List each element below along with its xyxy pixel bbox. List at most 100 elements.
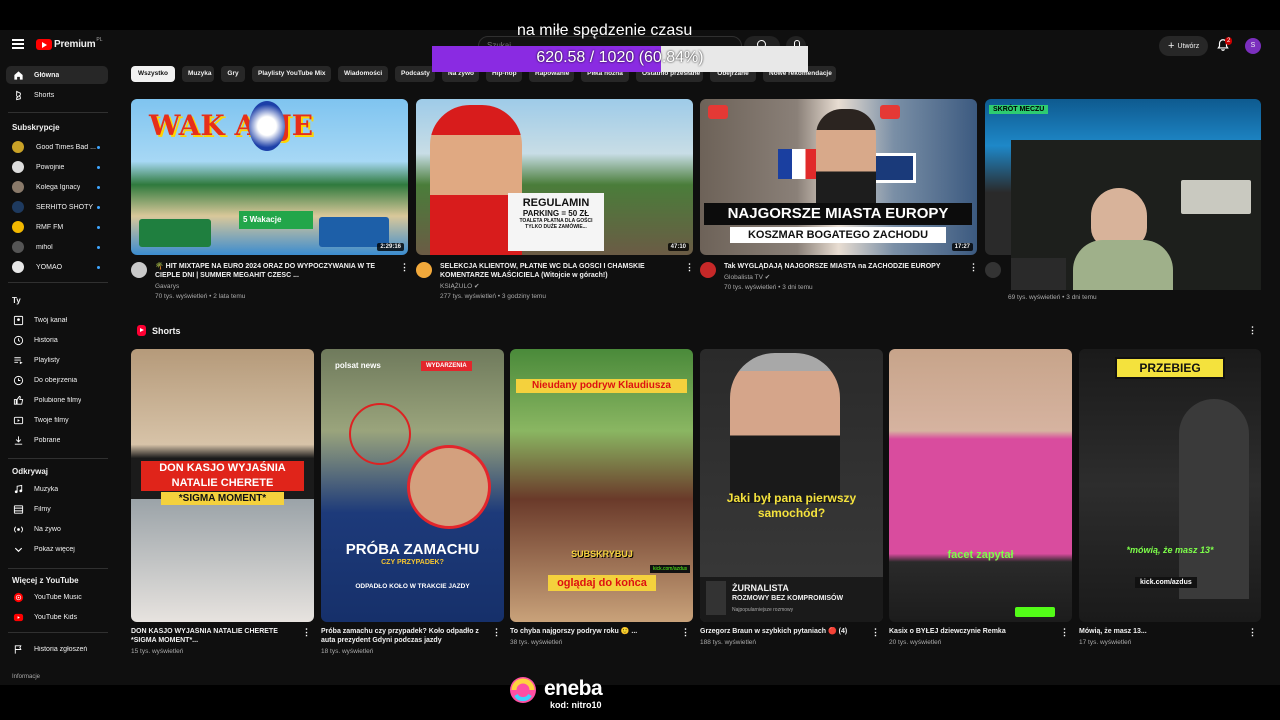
kick-link: kick.com/azdus bbox=[650, 565, 691, 573]
stream-bottom-bar bbox=[0, 685, 1280, 720]
streamer-face bbox=[1091, 188, 1147, 248]
sidebar-item-label: Good Times Bad ... bbox=[36, 143, 96, 151]
video-thumbnail[interactable]: NAJGORSZE MIASTA EUROPY KOSZMAR BOGATEGO… bbox=[700, 99, 977, 255]
more-options-icon[interactable]: ⋮ bbox=[492, 628, 501, 637]
short-views: 17 tys. wyświetleń bbox=[1079, 639, 1132, 646]
filter-chip[interactable]: Podcasty bbox=[395, 66, 435, 82]
filter-chip[interactable]: Muzyka bbox=[182, 66, 214, 82]
create-button[interactable]: + Utwórz bbox=[1159, 36, 1209, 56]
short-title[interactable]: Kasix o BYŁEJ dziewczynie Remka bbox=[889, 627, 1049, 636]
channel-avatar bbox=[12, 201, 24, 213]
sidebar-item[interactable]: Historia zgłoszeń bbox=[6, 640, 108, 658]
yt-kids-icon bbox=[12, 612, 24, 623]
video-title[interactable]: Tak WYGLĄDAJĄ NAJGORSZE MIASTA na ZACHOD… bbox=[724, 262, 964, 271]
explore-header[interactable]: Odkrywaj bbox=[12, 467, 48, 476]
sidebar-item[interactable]: Filmy bbox=[6, 500, 108, 518]
channel-name[interactable]: Globalista TV ✔ bbox=[724, 273, 964, 283]
plus-icon: + bbox=[1168, 39, 1175, 52]
channel-avatar[interactable] bbox=[416, 262, 432, 278]
new-content-dot bbox=[97, 226, 100, 229]
video-title[interactable]: SELEKCJA KLIENTÓW, PŁATNE WC DLA GOŚCI I… bbox=[440, 262, 680, 280]
shorts-icon bbox=[12, 90, 24, 101]
youtube-logo-icon bbox=[36, 39, 52, 50]
you-header[interactable]: Ty bbox=[12, 296, 21, 305]
filter-chip[interactable]: Wszystko bbox=[131, 66, 175, 82]
short-thumbnail[interactable]: DON KASJO WYJAŚNIA NATALIE CHERETE *SIGM… bbox=[131, 349, 314, 622]
subscriptions-header[interactable]: Subskrypcje bbox=[12, 123, 60, 132]
short-thumbnail[interactable]: facet zapytał bbox=[889, 349, 1072, 622]
more-options-icon[interactable]: ⋮ bbox=[681, 628, 690, 637]
channel-name[interactable]: Gavarys bbox=[155, 282, 395, 292]
sidebar-item[interactable]: YOMAO bbox=[6, 258, 108, 276]
short-thumbnail[interactable]: PRZEBIEG *mówią, że masz 13* kick.com/az… bbox=[1079, 349, 1261, 622]
youtube-page: Premium PL Szukaj + Utwórz 2 S GłównaSho… bbox=[0, 30, 1280, 685]
short-title[interactable]: Próba zamachu czy przypadek? Koło odpadł… bbox=[321, 627, 481, 645]
more-options-icon[interactable]: ⋮ bbox=[969, 263, 978, 272]
hamburger-menu-icon[interactable] bbox=[12, 39, 24, 49]
watch-later-icon bbox=[12, 375, 24, 386]
sidebar-item[interactable]: Polubione filmy bbox=[6, 391, 108, 409]
more-options-icon[interactable]: ⋮ bbox=[1060, 628, 1069, 637]
more-options-icon[interactable]: ⋮ bbox=[685, 263, 694, 272]
short-meta: To chyba najgorszy podryw roku 🙂 ... 38 … bbox=[510, 627, 670, 648]
channel-name[interactable]: KSIĄŻULO ✔ bbox=[440, 282, 680, 292]
sidebar-item[interactable]: YouTube Music bbox=[6, 588, 108, 606]
more-options-icon[interactable]: ⋮ bbox=[1248, 628, 1257, 637]
more-options-icon[interactable]: ⋮ bbox=[302, 628, 311, 637]
filter-chip[interactable]: Gry bbox=[221, 66, 245, 82]
sidebar-item[interactable]: RMF FM bbox=[6, 218, 108, 236]
sidebar-item[interactable]: Główna bbox=[6, 66, 108, 84]
person-portrait bbox=[407, 445, 491, 529]
sidebar-item[interactable]: Twój kanał bbox=[6, 311, 108, 329]
sidebar-item[interactable]: Twoje filmy bbox=[6, 411, 108, 429]
sidebar-item[interactable]: Shorts bbox=[6, 86, 108, 104]
sidebar-item[interactable]: Pobrane bbox=[6, 431, 108, 449]
filter-chip[interactable]: Playlisty YouTube Mix bbox=[252, 66, 331, 82]
sidebar-item[interactable]: Na żywo bbox=[6, 520, 108, 538]
sidebar-item[interactable]: mihol bbox=[6, 238, 108, 256]
sidebar-item[interactable]: Kolega Ignacy bbox=[6, 178, 108, 196]
short-title[interactable]: Grzegorz Braun w szybkich pytaniach 🔴 (4… bbox=[700, 627, 860, 636]
sidebar-item[interactable]: Good Times Bad ... bbox=[6, 138, 108, 156]
filter-chip[interactable]: Wiadomości bbox=[338, 66, 388, 82]
user-avatar[interactable]: S bbox=[1245, 38, 1261, 54]
sidebar-item-label: Filmy bbox=[34, 505, 51, 513]
short-title[interactable]: To chyba najgorszy podryw roku 🙂 ... bbox=[510, 627, 670, 636]
channel-avatar bbox=[12, 221, 24, 233]
sidebar-item[interactable]: YouTube Kids bbox=[6, 608, 108, 626]
sidebar-divider bbox=[8, 282, 108, 283]
logo-region: PL bbox=[96, 36, 103, 43]
more-options-icon[interactable]: ⋮ bbox=[871, 628, 880, 637]
channel-icon bbox=[12, 315, 24, 326]
short-overlay-text: facet zapytał bbox=[947, 549, 1014, 561]
channel-avatar[interactable] bbox=[131, 262, 147, 278]
video-thumbnail[interactable]: WAK ACJE 5 Wakacje 2:29:16 bbox=[131, 99, 408, 255]
channel-avatar[interactable] bbox=[700, 262, 716, 278]
short-title[interactable]: DON KASJO WYJAŚNIA NATALIE CHERETE *SIGM… bbox=[131, 627, 291, 645]
sidebar-item-label: Twój kanał bbox=[34, 316, 68, 324]
notifications-count: 2 bbox=[1225, 37, 1233, 45]
short-title[interactable]: Mówią, że masz 13... bbox=[1079, 627, 1239, 636]
short-thumbnail[interactable]: Jaki był pana pierwszy samochód? ŻURNALI… bbox=[700, 349, 883, 622]
sidebar-item[interactable]: Historia bbox=[6, 331, 108, 349]
channel-avatar[interactable] bbox=[985, 262, 1001, 278]
sidebar-item[interactable]: Powojnie bbox=[6, 158, 108, 176]
sidebar-divider bbox=[8, 568, 108, 569]
sidebar-item[interactable]: Playlisty bbox=[6, 351, 108, 369]
more-from-youtube-header[interactable]: Więcej z YouTube bbox=[12, 576, 79, 585]
short-views: 188 tys. wyświetleń bbox=[700, 639, 756, 646]
thumbnail-subtitle: KOSZMAR BOGATEGO ZACHODU bbox=[730, 227, 946, 243]
video-thumbnail[interactable]: REGULAMIN PARKING = 50 ZŁ TOALETA PŁATNA… bbox=[416, 99, 693, 255]
sidebar-item[interactable]: Muzyka bbox=[6, 480, 108, 498]
shorts-more-options-icon[interactable]: ⋮ bbox=[1248, 326, 1257, 335]
banner-title: ŻURNALISTA bbox=[732, 583, 789, 593]
short-thumbnail[interactable]: polsat news WYDARZENIA PRÓBA ZAMACHU CZY… bbox=[321, 349, 504, 622]
youtube-premium-logo[interactable]: Premium PL bbox=[36, 36, 103, 50]
footer-info[interactable]: Informacje bbox=[12, 674, 40, 680]
sidebar-item[interactable]: Do obejrzenia bbox=[6, 371, 108, 389]
short-thumbnail[interactable]: Nieudany podryw Klaudiusza SUBSKRYBUJ ki… bbox=[510, 349, 693, 622]
more-options-icon[interactable]: ⋮ bbox=[400, 263, 409, 272]
sidebar-item[interactable]: Pokaż więcej bbox=[6, 540, 108, 558]
sidebar-item[interactable]: SERHITO SHOTY bbox=[6, 198, 108, 216]
video-title[interactable]: 🌴 HIT MIXTAPE NA EURO 2024 ORAZ DO WYPOC… bbox=[155, 262, 395, 280]
